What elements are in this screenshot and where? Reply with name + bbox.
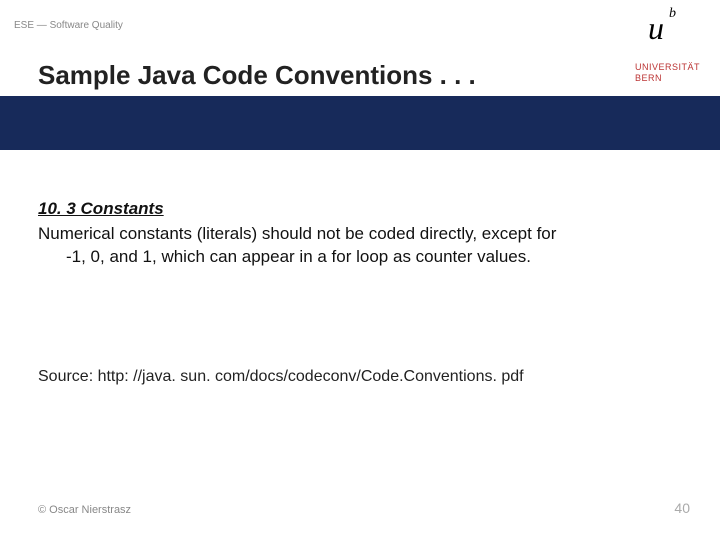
section-heading: 10. 3 Constants: [38, 198, 682, 221]
university-logo: u b: [648, 10, 664, 47]
logo-b-glyph: b: [669, 6, 676, 22]
slide: ESE — Software Quality Sample Java Code …: [0, 0, 720, 540]
logo-u-glyph: u: [648, 10, 664, 47]
page-title: Sample Java Code Conventions . . .: [38, 60, 476, 91]
university-name-line1: UNIVERSITÄT: [635, 62, 700, 73]
body-line-2: -1, 0, and 1, which can appear in a for …: [38, 246, 682, 269]
footer-copyright: © Oscar Nierstrasz: [38, 504, 131, 516]
body-content: 10. 3 Constants Numerical constants (lit…: [38, 198, 682, 269]
source-line: Source: http: //java. sun. com/docs/code…: [38, 368, 524, 386]
university-name: UNIVERSITÄT BERN: [635, 62, 700, 84]
body-line-1: Numerical constants (literals) should no…: [38, 223, 682, 246]
university-name-line2: BERN: [635, 73, 700, 84]
page-number: 40: [674, 500, 690, 516]
title-bar: [0, 96, 720, 150]
header-label: ESE — Software Quality: [14, 20, 123, 31]
